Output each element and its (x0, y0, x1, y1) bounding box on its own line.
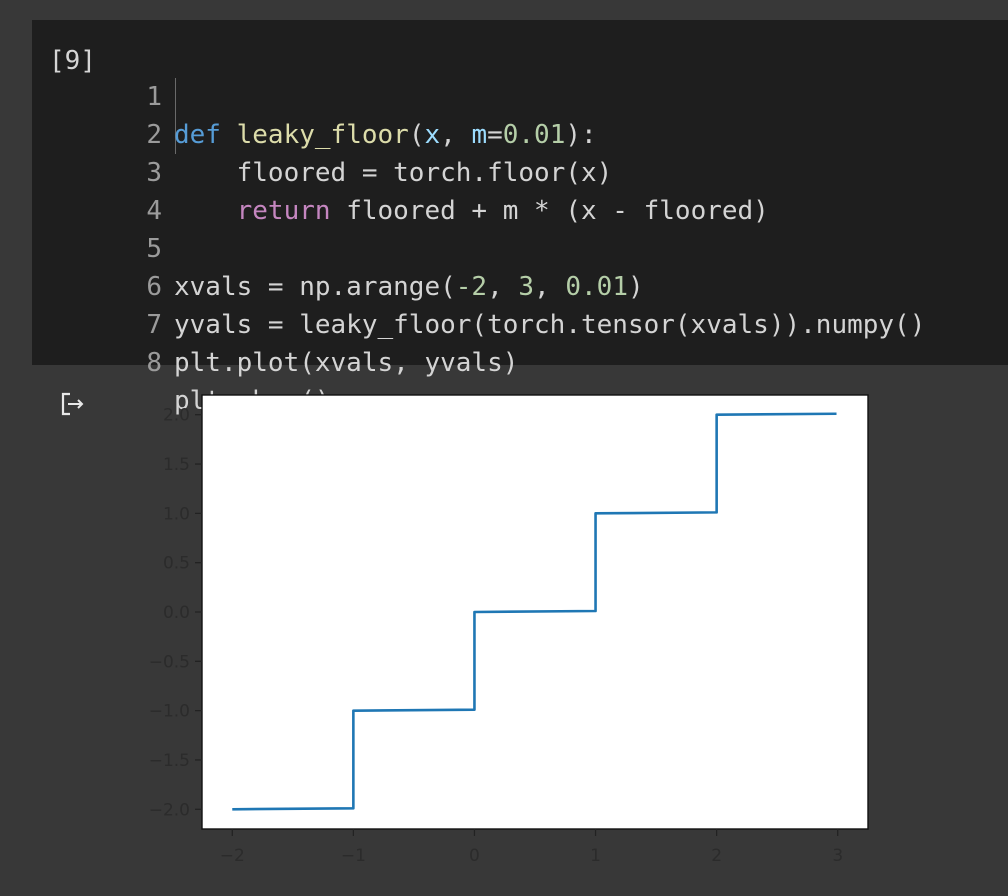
output-icon[interactable] (56, 388, 92, 420)
line-number: 1 (146, 82, 162, 112)
y-tick-label: −1.5 (149, 751, 190, 771)
code-text: xvals = np.arange(-2, 3, 0.01) (174, 272, 644, 302)
y-tick-label: 0.0 (163, 603, 190, 623)
line-chart: −2 −1 0 1 2 3 2.0 1.5 1.0 0.5 0.0 −0.5 −1.0 −1.5 −2.0 (149, 394, 869, 866)
y-tick-label: −0.5 (149, 652, 190, 672)
code-text: return floored + m * (x - floored) (236, 196, 769, 226)
line-number: 5 (146, 234, 162, 264)
x-tick-label: −1 (341, 846, 366, 866)
code-text: plt.plot(xvals, yvals) (174, 348, 519, 378)
plot-output: −2 −1 0 1 2 3 2.0 1.5 1.0 0.5 0.0 −0.5 −1.0 −1.5 −2.0 (120, 380, 900, 880)
line-number: 3 (146, 158, 162, 188)
line-number: 7 (146, 310, 162, 340)
x-tick-label: 1 (590, 846, 601, 866)
code-line-8[interactable]: 8 plt.show() (0, 306, 330, 416)
x-tick-label: 0 (469, 846, 480, 866)
code-line-3[interactable]: 3 return floored + m * (x - floored) (0, 116, 769, 226)
code-line-2[interactable]: 2 floored = torch.floor(x) (0, 78, 612, 188)
code-text: def leaky_floor(x, m=0.01): (174, 120, 597, 150)
code-line-6[interactable]: 6 yvals = leaky_floor(torch.tensor(xvals… (0, 230, 925, 340)
code-line-4[interactable]: 4 (0, 154, 162, 226)
code-text: yvals = leaky_floor(torch.tensor(xvals))… (174, 310, 926, 340)
notebook-page: [9] 1 def leaky_floor(x, m=0.01): 2 floo… (0, 0, 1008, 896)
x-tick-label: 3 (832, 846, 843, 866)
y-tick-label: 1.5 (163, 455, 190, 475)
y-tick-label: 1.0 (163, 504, 190, 524)
x-tick-label: 2 (711, 846, 722, 866)
y-tick-label: 2.0 (163, 406, 190, 426)
x-tick-label: −2 (220, 846, 245, 866)
line-number: 6 (146, 272, 162, 302)
line-number: 8 (146, 348, 162, 378)
y-tick-label: 0.5 (163, 554, 190, 574)
code-line-5[interactable]: 5 xvals = np.arange(-2, 3, 0.01) (0, 192, 643, 302)
code-line-7[interactable]: 7 plt.plot(xvals, yvals) (0, 268, 518, 378)
y-tick-label: −2.0 (149, 800, 190, 820)
code-line-1[interactable]: 1 def leaky_floor(x, m=0.01): (0, 40, 596, 150)
y-tick-label: −1.0 (149, 702, 190, 722)
line-number: 4 (146, 196, 162, 226)
line-number: 2 (146, 120, 162, 150)
code-text: floored = torch.floor(x) (174, 158, 613, 188)
